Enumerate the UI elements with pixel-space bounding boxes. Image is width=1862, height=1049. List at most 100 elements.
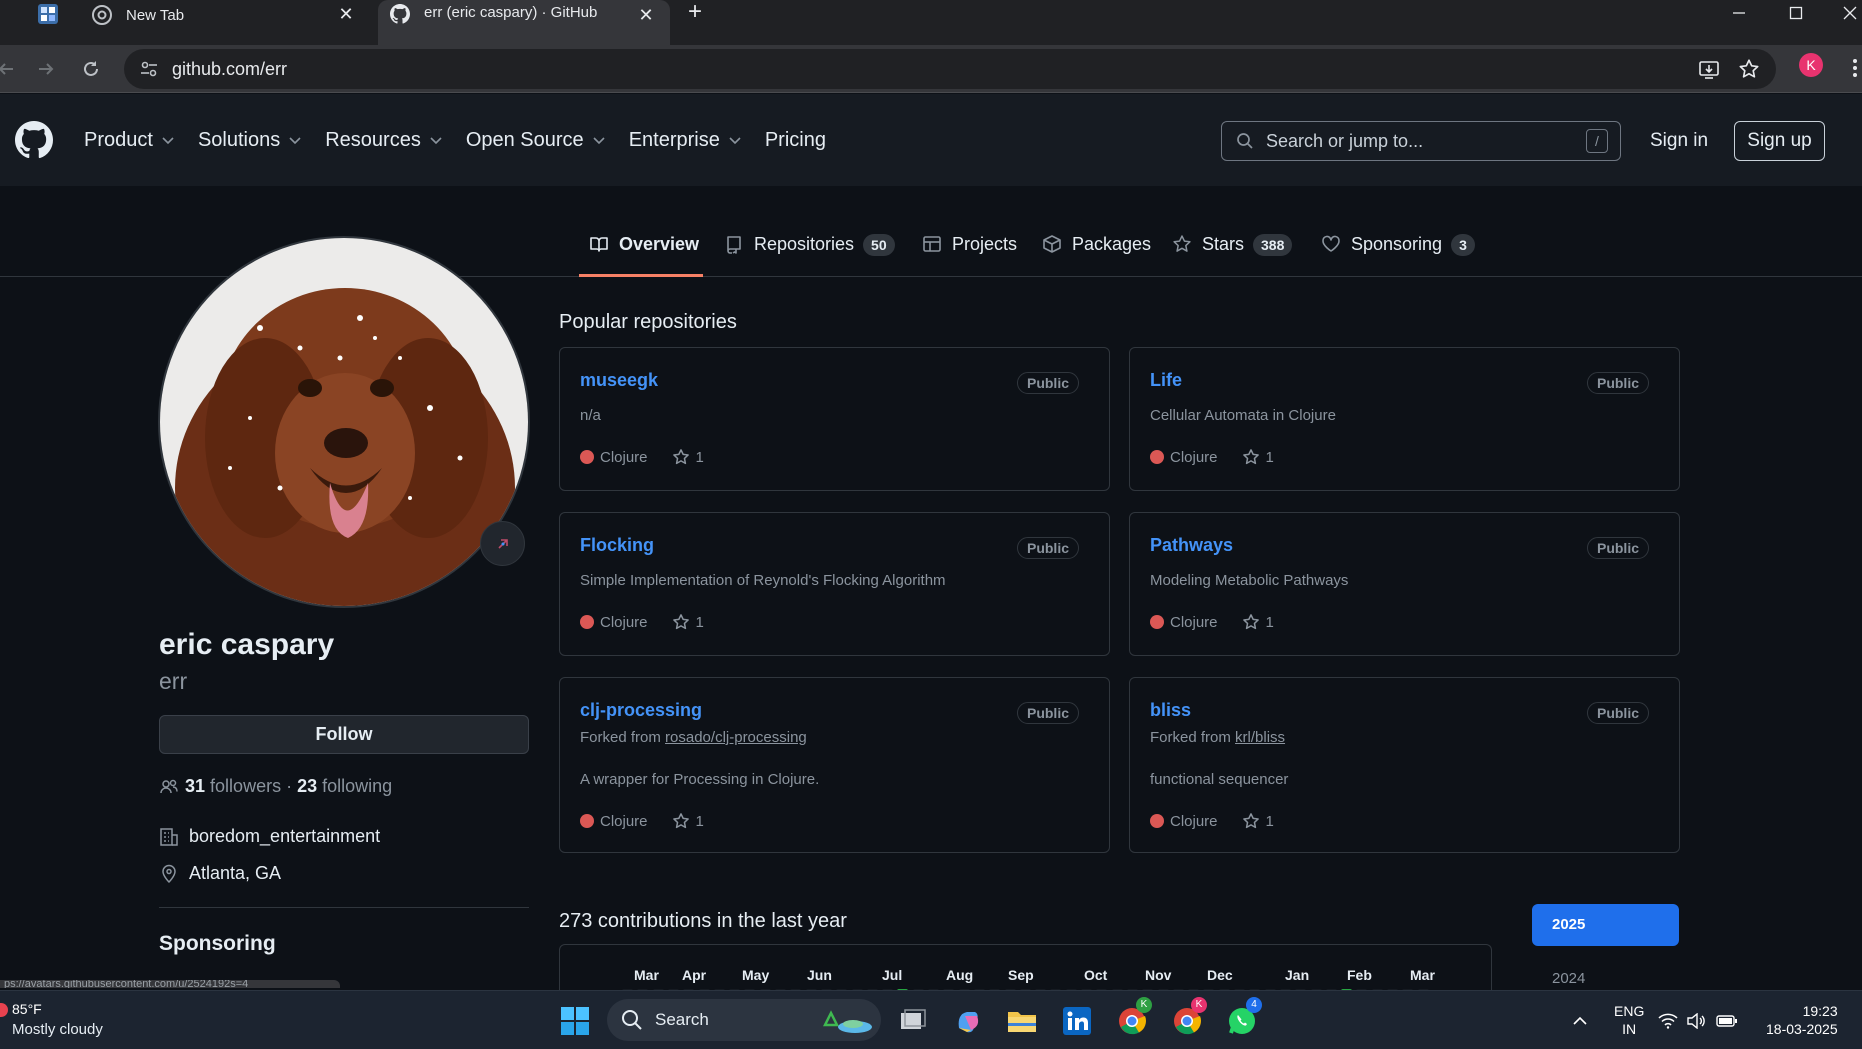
reload-icon[interactable]: [77, 55, 105, 83]
repo-name-link[interactable]: Pathways: [1150, 535, 1233, 556]
year-2024-link[interactable]: 2024: [1552, 970, 1585, 987]
repo-name-link[interactable]: Flocking: [580, 535, 654, 556]
install-app-icon[interactable]: [1696, 56, 1722, 82]
new-tab-button[interactable]: +: [683, 0, 707, 26]
nav-label: Resources: [325, 128, 421, 151]
tab-projects[interactable]: Projects: [922, 234, 1017, 277]
repo-name-link[interactable]: clj-processing: [580, 700, 702, 721]
repo-icon: [724, 234, 744, 254]
followers-link[interactable]: 31 followers: [185, 776, 281, 797]
tab-packages[interactable]: Packages: [1042, 234, 1151, 277]
sign-up-button[interactable]: Sign up: [1734, 121, 1825, 161]
follow-button[interactable]: Follow: [159, 715, 529, 754]
set-status-button[interactable]: [480, 521, 525, 566]
repo-stars[interactable]: 1: [1266, 449, 1274, 466]
star-icon[interactable]: [1242, 613, 1260, 631]
sign-in-link[interactable]: Sign in: [1650, 130, 1708, 152]
tab-github-profile[interactable]: err (eric caspary) · GitHub ✕: [378, 0, 670, 45]
tab-repositories[interactable]: Repositories 50: [724, 234, 895, 277]
chrome-taskbar-icon[interactable]: K: [1112, 997, 1152, 1041]
github-icon: [390, 4, 410, 24]
tab-search-icon[interactable]: [28, 0, 68, 30]
windows-start-icon[interactable]: [555, 1001, 595, 1041]
whatsapp-icon[interactable]: 4: [1222, 997, 1262, 1041]
file-explorer-icon[interactable]: [1002, 1001, 1042, 1041]
repo-name-link[interactable]: museegk: [580, 370, 658, 391]
language-color-dot: [580, 615, 594, 629]
profile-badge: K: [1191, 997, 1207, 1013]
profile-avatar[interactable]: [158, 236, 530, 608]
volume-icon[interactable]: [1684, 1001, 1708, 1041]
repo-language: Clojure: [1170, 812, 1218, 830]
bookmark-star-icon[interactable]: [1736, 56, 1762, 82]
table-icon: [922, 234, 942, 254]
year-2025-button[interactable]: 2025: [1532, 904, 1679, 946]
visibility-badge: Public: [1016, 702, 1079, 724]
tab-sponsoring[interactable]: Sponsoring 3: [1321, 234, 1475, 277]
system-clock[interactable]: 19:23 18-03-2025: [1766, 1002, 1838, 1038]
task-view-icon[interactable]: [893, 1001, 933, 1041]
tab-stars[interactable]: Stars 388: [1172, 234, 1293, 277]
search-placeholder: Search or jump to...: [1266, 130, 1424, 151]
following-count: 23: [297, 776, 318, 796]
chrome-menu-icon[interactable]: [1848, 57, 1862, 79]
lang-top: ENG: [1614, 1003, 1645, 1019]
chrome-active-taskbar-icon[interactable]: K: [1167, 997, 1207, 1041]
nav-solutions[interactable]: Solutions: [198, 129, 302, 152]
repo-card: Life Public Cellular Automata in Clojure Cl…: [1129, 347, 1680, 491]
fork-source-link[interactable]: rosado/clj-processing: [665, 729, 807, 746]
forward-icon[interactable]: [32, 55, 60, 83]
weather-widget[interactable]: 85°F Mostly cloudy: [0, 999, 140, 1043]
maximize-icon[interactable]: [1781, 0, 1811, 26]
repo-stars[interactable]: 1: [696, 449, 704, 466]
show-hidden-icons-icon[interactable]: [1560, 1001, 1600, 1041]
search-icon: [1236, 132, 1254, 150]
star-icon[interactable]: [1242, 812, 1260, 830]
star-icon[interactable]: [672, 812, 690, 830]
nav-enterprise[interactable]: Enterprise: [629, 129, 742, 152]
repo-stars[interactable]: 1: [696, 614, 704, 631]
window-close-icon[interactable]: [1838, 0, 1862, 26]
language-color-dot: [1150, 450, 1164, 464]
star-icon[interactable]: [672, 448, 690, 466]
followers-label: followers: [210, 776, 282, 796]
nav-label: Enterprise: [628, 128, 720, 151]
tab-new-tab[interactable]: New Tab ✕: [80, 0, 370, 30]
nav-pricing[interactable]: Pricing: [765, 129, 826, 152]
repo-name-link[interactable]: bliss: [1150, 700, 1191, 721]
repo-description: Simple Implementation of Reynold's Flock…: [580, 572, 946, 589]
profile-divider: [159, 907, 529, 908]
repo-name-link[interactable]: Life: [1150, 370, 1182, 391]
copilot-icon[interactable]: [948, 1001, 988, 1041]
month-label: Feb: [1347, 967, 1372, 983]
repo-language: Clojure: [1170, 613, 1218, 631]
repo-stars[interactable]: 1: [696, 813, 704, 830]
repo-stars[interactable]: 1: [1266, 614, 1274, 631]
address-bar[interactable]: github.com/err: [124, 49, 1776, 89]
nav-open-source[interactable]: Open Source: [466, 129, 606, 152]
month-label: Mar: [634, 967, 659, 983]
nav-product[interactable]: Product: [84, 129, 175, 152]
chrome-profile-avatar[interactable]: K: [1799, 53, 1823, 77]
wifi-icon[interactable]: [1656, 1001, 1680, 1041]
github-search-input[interactable]: Search or jump to... /: [1221, 121, 1621, 161]
nav-resources[interactable]: Resources: [325, 129, 443, 152]
github-logo-icon[interactable]: [15, 121, 53, 159]
taskbar-search[interactable]: Search: [607, 999, 881, 1041]
repo-description: functional sequencer: [1150, 771, 1289, 788]
fork-source-link[interactable]: krl/bliss: [1235, 729, 1285, 746]
close-icon[interactable]: ✕: [334, 3, 358, 27]
linkedin-icon[interactable]: [1057, 1001, 1097, 1041]
star-icon[interactable]: [672, 613, 690, 631]
close-icon[interactable]: ✕: [634, 4, 658, 28]
repo-stars[interactable]: 1: [1266, 813, 1274, 830]
following-link[interactable]: 23 following: [297, 776, 392, 797]
site-info-icon[interactable]: [138, 58, 160, 80]
star-icon[interactable]: [1242, 448, 1260, 466]
input-language[interactable]: ENG IN: [1614, 1002, 1644, 1038]
minimize-icon[interactable]: [1724, 0, 1754, 26]
battery-icon[interactable]: [1714, 1001, 1740, 1041]
back-icon[interactable]: [0, 55, 20, 83]
tab-overview[interactable]: Overview: [579, 234, 703, 277]
nav-label: Open Source: [465, 128, 584, 151]
